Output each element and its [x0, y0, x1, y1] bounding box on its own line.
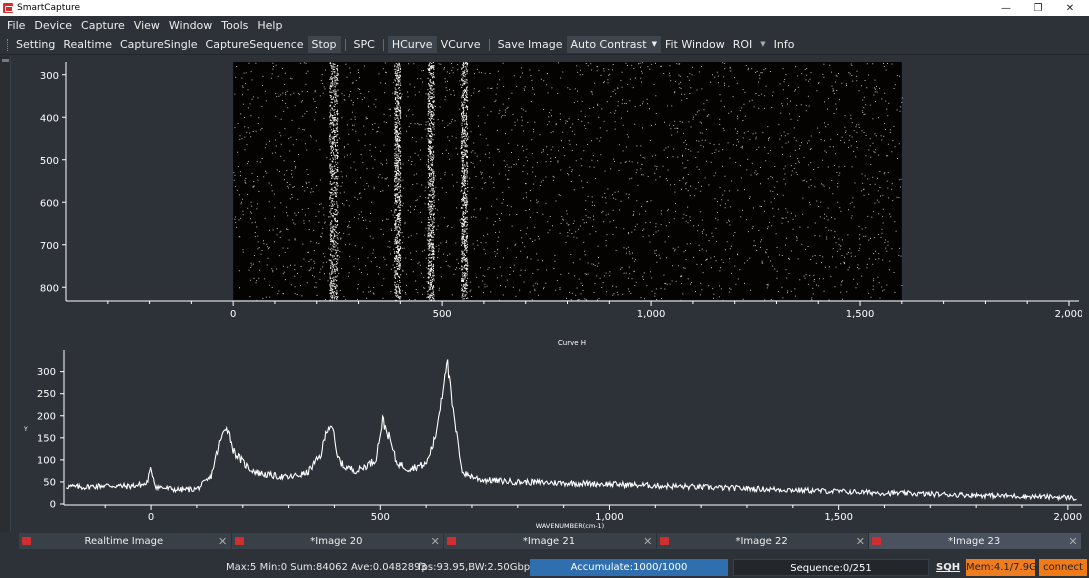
roi-button[interactable]: ROI ▼	[729, 36, 770, 53]
sequence-progress: Sequence:0/251	[733, 559, 929, 576]
image-tabs: Realtime Image ✕ *Image 20 ✕ *Image 21 ✕ *I…	[19, 533, 1082, 549]
y-tick-label: 600	[40, 198, 59, 209]
app-logo-icon	[3, 3, 13, 13]
title-bar: SmartCapture — ❐ ✕	[0, 0, 1089, 16]
menu-file[interactable]: File	[7, 19, 25, 32]
x-tick-label: 2,000	[1054, 512, 1082, 523]
auto-contrast-label: Auto Contrast	[570, 38, 647, 51]
x-tick-label: 1,000	[595, 512, 624, 523]
toolbar-separator	[382, 38, 384, 51]
image-view-panel[interactable]: 300 400 500 600 700 800 0 500 1,000 1,500 2,000	[19, 62, 1083, 332]
toolbar-separator	[488, 38, 490, 51]
x-tick-label: 1,500	[846, 309, 875, 320]
image-file-icon	[872, 537, 882, 545]
x-tick-label: 500	[371, 512, 390, 523]
tab-image-22[interactable]: *Image 22 ✕	[656, 533, 869, 549]
y-tick-label: 300	[37, 367, 56, 378]
window-title: SmartCapture	[17, 3, 81, 13]
hcurve-button[interactable]: HCurve	[387, 36, 437, 53]
y-tick-label: 50	[43, 477, 56, 488]
left-dock-strip[interactable]	[0, 56, 11, 532]
fit-window-button[interactable]: Fit Window	[661, 36, 729, 53]
image-plot[interactable]: 300 400 500 600 700 800 0 500 1,000 1,500 2,000	[19, 62, 1083, 332]
menu-bar: File Device Capture View Window Tools He…	[0, 16, 1089, 34]
menu-window[interactable]: Window	[169, 19, 212, 32]
image-file-icon	[234, 537, 244, 545]
capture-single-button[interactable]: CaptureSingle	[116, 36, 202, 53]
image-file-icon	[659, 537, 669, 545]
x-tick-label: 2,000	[1055, 309, 1082, 320]
accumulate-progress: Accumulate:1000/1000	[530, 559, 728, 576]
x-tick-label: 0	[148, 512, 154, 523]
tab-image-21[interactable]: *Image 21 ✕	[444, 533, 656, 549]
y-tick-label: 250	[37, 389, 56, 400]
fps-readout: fps:93.95,BW:2.50Gbps	[418, 562, 536, 573]
menu-view[interactable]: View	[134, 19, 160, 32]
tab-image-20[interactable]: *Image 20 ✕	[231, 533, 444, 549]
x-tick-label: 500	[433, 309, 452, 320]
save-image-button[interactable]: Save Image	[494, 36, 567, 53]
tab-image-23[interactable]: *Image 23 ✕	[869, 533, 1081, 549]
series-line	[65, 359, 1077, 502]
capture-sequence-button[interactable]: CaptureSequence	[202, 36, 308, 53]
tab-label: *Image 23	[948, 535, 1001, 547]
auto-contrast-button[interactable]: Auto Contrast ▼	[566, 36, 661, 53]
status-bar: Max:5 Min:0 Sum:84062 Ave:0.0482893 fps:…	[0, 556, 1089, 578]
minimize-icon[interactable]: —	[990, 0, 1022, 16]
y-axis-label: Y	[23, 426, 28, 433]
restore-icon[interactable]: ❐	[1022, 0, 1054, 16]
y-tick-label: 400	[40, 113, 59, 124]
image-stats: Max:5 Min:0 Sum:84062 Ave:0.0482893	[226, 562, 427, 573]
close-icon[interactable]: ✕	[1054, 0, 1086, 16]
info-button[interactable]: Info	[770, 36, 799, 53]
tab-label: *Image 22	[735, 535, 788, 547]
y-tick-label: 200	[37, 411, 56, 422]
close-icon[interactable]: ✕	[1067, 535, 1079, 548]
stop-button[interactable]: Stop	[307, 36, 341, 53]
y-tick-label: 500	[40, 156, 59, 167]
y-tick-label: 100	[37, 455, 56, 466]
memory-badge: Mem:4.1/7.9G	[966, 559, 1037, 576]
tab-label: *Image 21	[522, 535, 576, 547]
toolbar-grip[interactable]	[7, 38, 9, 51]
dock-handle-icon[interactable]	[2, 59, 9, 62]
connect-button[interactable]: connect	[1039, 559, 1087, 576]
chevron-down-icon[interactable]: ▼	[760, 40, 765, 48]
y-tick-label: 150	[37, 433, 56, 444]
close-icon[interactable]: ✕	[854, 535, 866, 548]
tab-realtime-image[interactable]: Realtime Image ✕	[19, 533, 231, 549]
y-tick-label: 300	[40, 71, 59, 82]
menu-capture[interactable]: Capture	[81, 19, 125, 32]
toolbar: Setting Realtime CaptureSingle CaptureSe…	[0, 35, 1089, 55]
y-tick-label: 700	[40, 241, 59, 252]
chart-title: Curve H	[558, 339, 586, 347]
image-file-icon	[22, 537, 31, 545]
tab-label: Realtime Image	[84, 535, 164, 547]
toolbar-separator	[344, 38, 346, 51]
vcurve-button[interactable]: VCurve	[437, 36, 485, 53]
x-tick-label: 1,000	[637, 309, 666, 320]
sqh-link[interactable]: SQH	[936, 559, 960, 576]
menu-help[interactable]: Help	[257, 19, 282, 32]
realtime-button[interactable]: Realtime	[59, 36, 116, 53]
curve-h-panel[interactable]: Curve H Y WAVENUMBER(cm-1) 0 50 100 150 200 2…	[19, 336, 1082, 532]
tab-label: *Image 20	[310, 535, 363, 547]
close-icon[interactable]: ✕	[217, 535, 229, 548]
curve-h-chart[interactable]: Curve H Y WAVENUMBER(cm-1) 0 50 100 150 200 2…	[19, 336, 1082, 532]
setting-button[interactable]: Setting	[12, 36, 59, 53]
close-icon[interactable]: ✕	[642, 535, 654, 548]
y-tick-label: 0	[50, 500, 56, 511]
x-tick-label: 0	[230, 309, 236, 320]
menu-tools[interactable]: Tools	[221, 19, 248, 32]
menu-device[interactable]: Device	[34, 19, 72, 32]
chevron-down-icon[interactable]: ▼	[652, 40, 657, 48]
x-axis-label: WAVENUMBER(cm-1)	[536, 522, 604, 530]
image-file-icon	[447, 537, 457, 545]
y-tick-label: 800	[40, 283, 59, 294]
spc-button[interactable]: SPC	[350, 36, 379, 53]
close-icon[interactable]: ✕	[429, 535, 441, 548]
x-tick-label: 1,500	[824, 512, 853, 523]
roi-label: ROI	[732, 38, 753, 51]
